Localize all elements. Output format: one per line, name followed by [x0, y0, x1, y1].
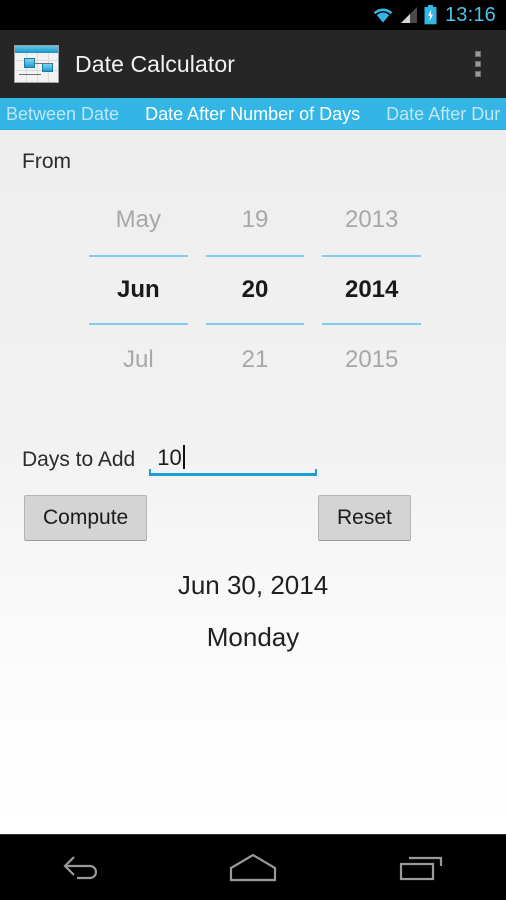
compute-button[interactable]: Compute: [24, 495, 148, 541]
main-content: From May Jun Jul 19 20 21 2013 2014 2015…: [0, 130, 506, 834]
day-selected-value[interactable]: 20: [205, 255, 305, 325]
day-next-value[interactable]: 21: [197, 325, 314, 395]
status-bar: 13:16: [0, 0, 506, 30]
days-to-add-row: Days to Add 10: [22, 440, 318, 480]
wifi-icon: [372, 6, 394, 24]
status-icon-group: [372, 5, 437, 25]
from-date-picker: May Jun Jul 19 20 21 2013 2014 2015: [80, 185, 430, 395]
back-icon[interactable]: [34, 835, 134, 900]
year-next-value[interactable]: 2015: [313, 325, 430, 395]
text-cursor: [182, 445, 185, 469]
home-icon[interactable]: [203, 835, 303, 900]
battery-charging-icon: [424, 5, 437, 25]
reset-button[interactable]: Reset: [318, 495, 411, 541]
date-calculator-app-icon: [14, 45, 59, 83]
year-column[interactable]: 2013 2014 2015: [313, 185, 430, 395]
month-previous-value[interactable]: May: [80, 185, 197, 255]
status-clock: 13:16: [444, 4, 496, 26]
days-to-add-field[interactable]: 10: [149, 440, 318, 476]
input-underline: [149, 469, 318, 476]
android-screen: 13:16 Date Calculator Between Date Date …: [0, 0, 506, 900]
tab-date-after-duration[interactable]: Date After Dur: [373, 98, 506, 130]
result-weekday: Monday: [206, 622, 300, 652]
day-previous-value[interactable]: 19: [197, 185, 314, 255]
result-date: Jun 30, 2014: [177, 570, 329, 600]
month-next-value[interactable]: Jul: [80, 325, 197, 395]
recents-icon[interactable]: [372, 835, 472, 900]
signal-icon: [399, 6, 419, 24]
tab-date-after-number-of-days[interactable]: Date After Number of Days: [132, 98, 373, 130]
month-selected-value[interactable]: Jun: [89, 255, 188, 325]
tab-between-date[interactable]: Between Date: [0, 98, 132, 130]
month-column[interactable]: May Jun Jul: [80, 185, 197, 395]
days-to-add-label: Days to Add: [22, 448, 136, 471]
tab-bar: Between Date Date After Number of Days D…: [0, 98, 506, 130]
navigation-bar: [0, 834, 506, 900]
overflow-menu-icon[interactable]: [450, 30, 506, 98]
year-selected-value[interactable]: 2014: [322, 255, 422, 325]
page-title: Date Calculator: [75, 50, 236, 77]
days-to-add-value: 10: [157, 445, 182, 470]
day-column[interactable]: 19 20 21: [197, 185, 314, 395]
from-label: From: [22, 150, 71, 173]
action-bar: Date Calculator: [0, 30, 506, 98]
year-previous-value[interactable]: 2013: [313, 185, 430, 255]
